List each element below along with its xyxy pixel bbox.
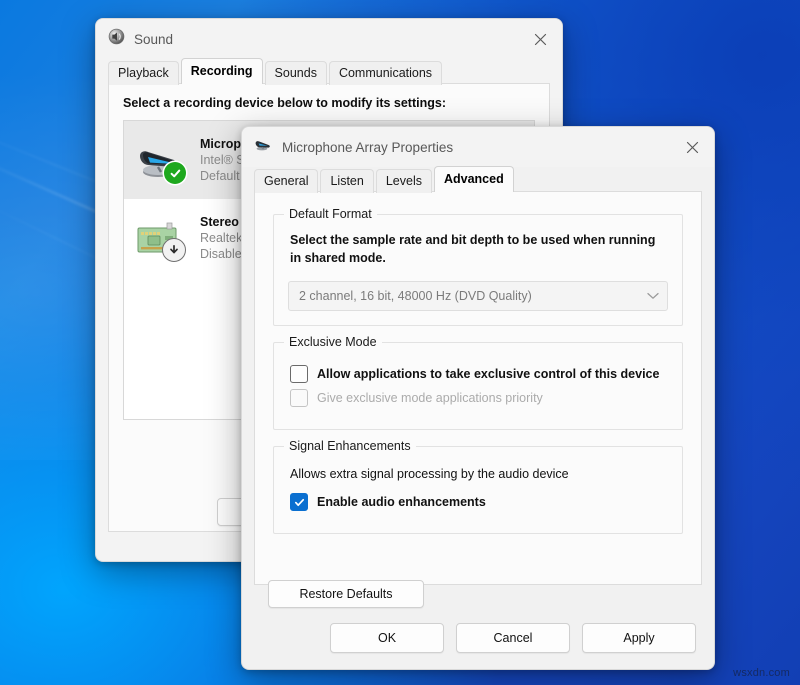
advanced-tab-panel: Default Format Select the sample rate an… [254,191,702,585]
disabled-device-badge [162,238,186,262]
properties-tabstrip: General Listen Levels Advanced [242,167,714,192]
signal-enhancements-description: Allows extra signal processing by the au… [290,465,668,483]
default-format-group: Default Format Select the sample rate an… [273,214,683,326]
sound-window-titlebar: Sound [96,19,562,59]
properties-window-title: Microphone Array Properties [282,140,453,155]
restore-defaults-button[interactable]: Restore Defaults [268,580,424,608]
sound-window-title: Sound [134,32,173,47]
default-device-badge [164,162,186,184]
exclusive-mode-group: Exclusive Mode Allow applications to tak… [273,342,683,430]
down-arrow-icon [168,244,180,256]
microphone-array-properties-window: Microphone Array Properties General List… [241,126,715,670]
tab-general[interactable]: General [254,169,318,193]
allow-exclusive-control-label: Allow applications to take exclusive con… [317,367,659,381]
sound-card-icon [134,214,188,262]
dialog-button-bar: OK Cancel Apply [330,623,696,653]
tab-communications[interactable]: Communications [329,61,442,85]
default-format-description: Select the sample rate and bit depth to … [290,231,668,267]
enable-audio-enhancements-checkbox[interactable] [290,493,308,511]
watermark-text: wsxdn.com [733,667,790,679]
apply-button[interactable]: Apply [582,623,696,653]
signal-enhancements-group: Signal Enhancements Allows extra signal … [273,446,683,534]
allow-exclusive-control-row[interactable]: Allow applications to take exclusive con… [290,365,668,383]
signal-enhancements-title: Signal Enhancements [284,439,416,453]
enable-audio-enhancements-row[interactable]: Enable audio enhancements [290,493,668,511]
properties-window-close-button[interactable] [670,127,714,167]
microphone-icon [254,137,273,157]
tab-listen[interactable]: Listen [320,169,373,193]
sound-window-tabstrip: Playback Recording Sounds Communications [96,59,562,84]
default-format-title: Default Format [284,207,377,221]
speaker-icon [108,28,125,50]
default-format-dropdown[interactable]: 2 channel, 16 bit, 48000 Hz (DVD Quality… [288,281,668,311]
tab-playback[interactable]: Playback [108,61,179,85]
tab-recording[interactable]: Recording [181,58,263,84]
ok-button[interactable]: OK [330,623,444,653]
cancel-button[interactable]: Cancel [456,623,570,653]
exclusive-priority-label: Give exclusive mode applications priorit… [317,391,543,405]
enable-audio-enhancements-label: Enable audio enhancements [317,495,486,509]
default-format-value: 2 channel, 16 bit, 48000 Hz (DVD Quality… [299,289,532,303]
properties-window-titlebar: Microphone Array Properties [242,127,714,167]
recording-prompt: Select a recording device below to modif… [109,84,549,120]
exclusive-mode-title: Exclusive Mode [284,335,382,349]
tab-advanced[interactable]: Advanced [434,166,514,192]
allow-exclusive-control-checkbox[interactable] [290,365,308,383]
check-icon [169,167,182,180]
check-icon [294,497,305,508]
exclusive-priority-checkbox [290,389,308,407]
close-icon [534,33,547,46]
microphone-icon [134,136,188,184]
chevron-down-icon [647,289,659,303]
exclusive-priority-row: Give exclusive mode applications priorit… [290,389,668,407]
tab-sounds[interactable]: Sounds [265,61,327,85]
close-icon [686,141,699,154]
sound-window-close-button[interactable] [518,19,562,59]
tab-levels[interactable]: Levels [376,169,432,193]
